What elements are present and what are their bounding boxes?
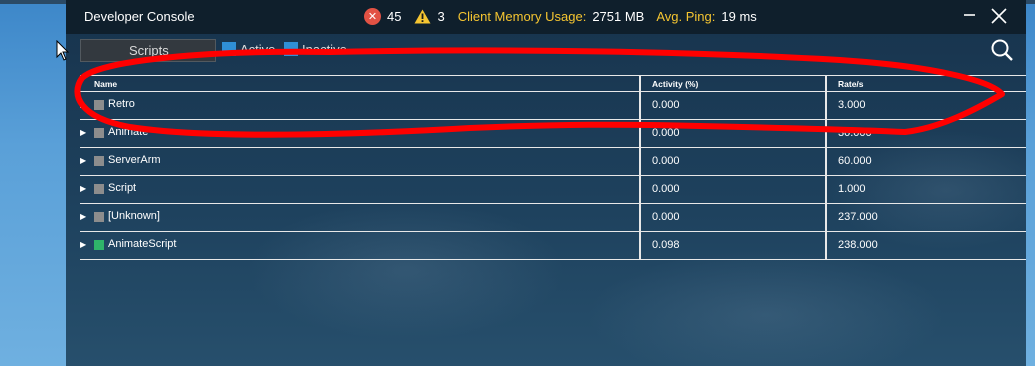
activity-value: 0.098 (652, 239, 680, 251)
script-name: Retro (108, 98, 135, 110)
rate-value: 1.000 (838, 183, 866, 195)
table-row[interactable]: ▶ [Unknown] 0.000 237.000 (80, 204, 1026, 232)
column-divider (639, 176, 641, 203)
column-divider (639, 92, 641, 119)
background-cloud (586, 250, 946, 366)
expand-arrow-icon[interactable]: ▶ (80, 156, 86, 165)
column-header-activity[interactable]: Activity (%) (652, 79, 698, 89)
active-checkbox[interactable] (222, 42, 236, 56)
column-divider (639, 148, 641, 175)
script-name: AnimateScript (108, 238, 177, 250)
column-header-rate[interactable]: Rate/s (838, 79, 864, 89)
column-header-name[interactable]: Name (94, 79, 117, 89)
script-color-swatch (94, 212, 104, 222)
expand-arrow-icon[interactable]: ▶ (80, 240, 86, 249)
column-divider (825, 92, 827, 119)
memory-label: Client Memory Usage: (457, 9, 587, 24)
rate-value: 238.000 (838, 239, 878, 251)
ping-label: Avg. Ping: (656, 9, 716, 24)
script-color-swatch (94, 100, 104, 110)
column-divider (639, 204, 641, 231)
title-bar[interactable]: Developer Console ✕ 45 3 Client Memory U… (66, 0, 1026, 34)
script-name: [Unknown] (108, 210, 160, 222)
mouse-cursor-icon (56, 40, 70, 61)
expand-arrow-icon[interactable]: ▶ (80, 128, 86, 137)
column-divider (825, 120, 827, 147)
script-name: Script (108, 182, 137, 194)
script-name: Animate (108, 126, 149, 138)
warning-count[interactable]: 3 (437, 9, 444, 24)
script-color-swatch (94, 184, 104, 194)
column-divider (825, 204, 827, 231)
table-row[interactable]: ▶ Animate 0.000 30.000 (80, 120, 1026, 148)
column-divider (639, 120, 641, 147)
toolbar: Scripts Active Inactive (66, 34, 1026, 74)
column-divider (825, 176, 827, 203)
column-divider (825, 148, 827, 175)
inactive-checkbox[interactable] (284, 42, 298, 56)
activity-value: 0.000 (652, 127, 680, 139)
rate-value: 3.000 (838, 99, 866, 111)
search-icon[interactable] (990, 38, 1014, 62)
activity-value: 0.000 (652, 99, 680, 111)
column-divider (825, 76, 827, 91)
activity-value: 0.000 (652, 211, 680, 223)
column-divider (639, 76, 641, 91)
error-circle-icon[interactable]: ✕ (364, 8, 381, 25)
close-icon[interactable] (989, 6, 1009, 26)
column-divider (825, 232, 827, 259)
inactive-label: Inactive (302, 42, 347, 57)
table-row[interactable]: ▶ ServerArm 0.000 60.000 (80, 148, 1026, 176)
rate-value: 60.000 (838, 155, 872, 167)
table-header: Name Activity (%) Rate/s (80, 75, 1026, 92)
rate-value: 30.000 (838, 127, 872, 139)
view-dropdown[interactable]: Scripts (80, 39, 216, 62)
script-color-swatch (94, 240, 104, 250)
minimize-icon[interactable] (961, 6, 981, 26)
script-color-swatch (94, 128, 104, 138)
ping-value: 19 ms (721, 9, 757, 24)
column-divider (639, 232, 641, 259)
developer-console-window: Developer Console ✕ 45 3 Client Memory U… (66, 0, 1026, 366)
error-count[interactable]: 45 (387, 9, 401, 24)
active-label: Active (240, 42, 276, 57)
activity-value: 0.000 (652, 155, 680, 167)
dropdown-value: Scripts (129, 43, 169, 58)
expand-arrow-icon[interactable]: ▶ (80, 100, 86, 109)
activity-value: 0.000 (652, 183, 680, 195)
rate-value: 237.000 (838, 211, 878, 223)
table-row[interactable]: ▶ AnimateScript 0.098 238.000 (80, 232, 1026, 260)
memory-value: 2751 MB (592, 9, 645, 24)
script-color-swatch (94, 156, 104, 166)
table-row[interactable]: ▶ Script 0.000 1.000 (80, 176, 1026, 204)
expand-arrow-icon[interactable]: ▶ (80, 184, 86, 193)
table-row[interactable]: ▶ Retro 0.000 3.000 (80, 92, 1026, 120)
expand-arrow-icon[interactable]: ▶ (80, 212, 86, 221)
warning-triangle-icon[interactable] (414, 9, 431, 24)
script-name: ServerArm (108, 154, 161, 166)
stats-bar: ✕ 45 3 Client Memory Usage: 2751 MB Avg.… (364, 8, 769, 25)
window-title: Developer Console (84, 9, 195, 24)
scripts-table: Name Activity (%) Rate/s ▶ Retro 0.000 3… (80, 75, 1026, 260)
